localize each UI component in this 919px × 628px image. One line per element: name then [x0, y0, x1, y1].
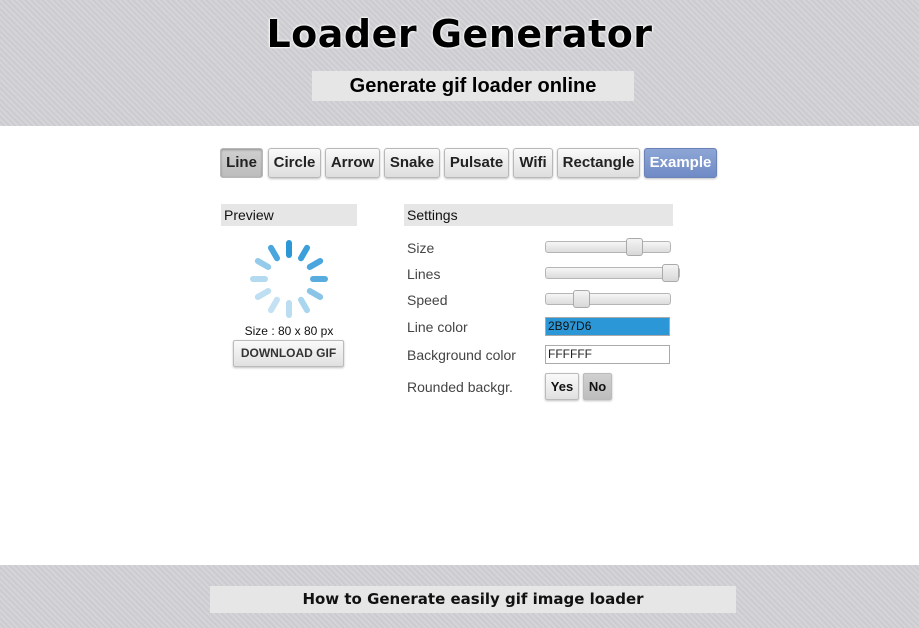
rounded-background-label: Rounded backgr.	[407, 379, 513, 395]
speed-slider[interactable]	[545, 290, 671, 308]
spinner-line	[254, 258, 272, 270]
rounded-yes-button[interactable]: Yes	[545, 373, 579, 400]
site-subtitle: Generate gif loader online	[312, 71, 634, 101]
how-to-generate-link[interactable]: How to Generate easily gif image loader	[210, 586, 736, 613]
spinner-line	[268, 296, 280, 314]
settings-heading: Settings	[404, 204, 673, 226]
preview-size-text: Size : 80 x 80 px	[244, 324, 334, 338]
background-color-label: Background color	[407, 347, 516, 363]
lines-label: Lines	[407, 266, 441, 282]
size-slider-handle[interactable]	[626, 238, 644, 256]
tab-wifi[interactable]: Wifi	[513, 148, 553, 178]
loader-preview-spinner	[250, 240, 328, 318]
spinner-line	[298, 296, 310, 314]
spinner-line	[298, 244, 310, 262]
lines-slider-handle[interactable]	[662, 264, 679, 282]
footer-banner: How to Generate easily gif image loader	[0, 565, 919, 628]
site-title: Loader Generator	[266, 12, 653, 56]
tab-example[interactable]: Example	[644, 148, 717, 178]
size-slider[interactable]	[545, 238, 671, 256]
download-gif-button[interactable]: DOWNLOAD GIF	[233, 340, 344, 367]
spinner-line	[306, 288, 324, 300]
size-label: Size	[407, 240, 435, 256]
tab-rectangle[interactable]: Rectangle	[557, 148, 640, 178]
spinner-line	[268, 244, 280, 262]
tab-line[interactable]: Line	[220, 148, 263, 178]
tab-arrow[interactable]: Arrow	[325, 148, 380, 178]
lines-slider[interactable]	[545, 264, 680, 282]
rounded-no-button[interactable]: No	[583, 373, 612, 400]
line-color-input[interactable]: 2B97D6	[545, 317, 670, 336]
tab-pulsate[interactable]: Pulsate	[444, 148, 509, 178]
spinner-line	[254, 288, 272, 300]
tab-snake[interactable]: Snake	[384, 148, 440, 178]
background-color-input[interactable]: FFFFFF	[545, 345, 670, 364]
tab-circle[interactable]: Circle	[268, 148, 321, 178]
speed-label: Speed	[407, 292, 448, 308]
spinner-line	[306, 258, 324, 270]
header-banner: Loader Generator Generate gif loader onl…	[0, 0, 919, 126]
line-color-label: Line color	[407, 319, 468, 335]
preview-heading: Preview	[221, 204, 357, 226]
speed-slider-handle[interactable]	[572, 290, 590, 308]
